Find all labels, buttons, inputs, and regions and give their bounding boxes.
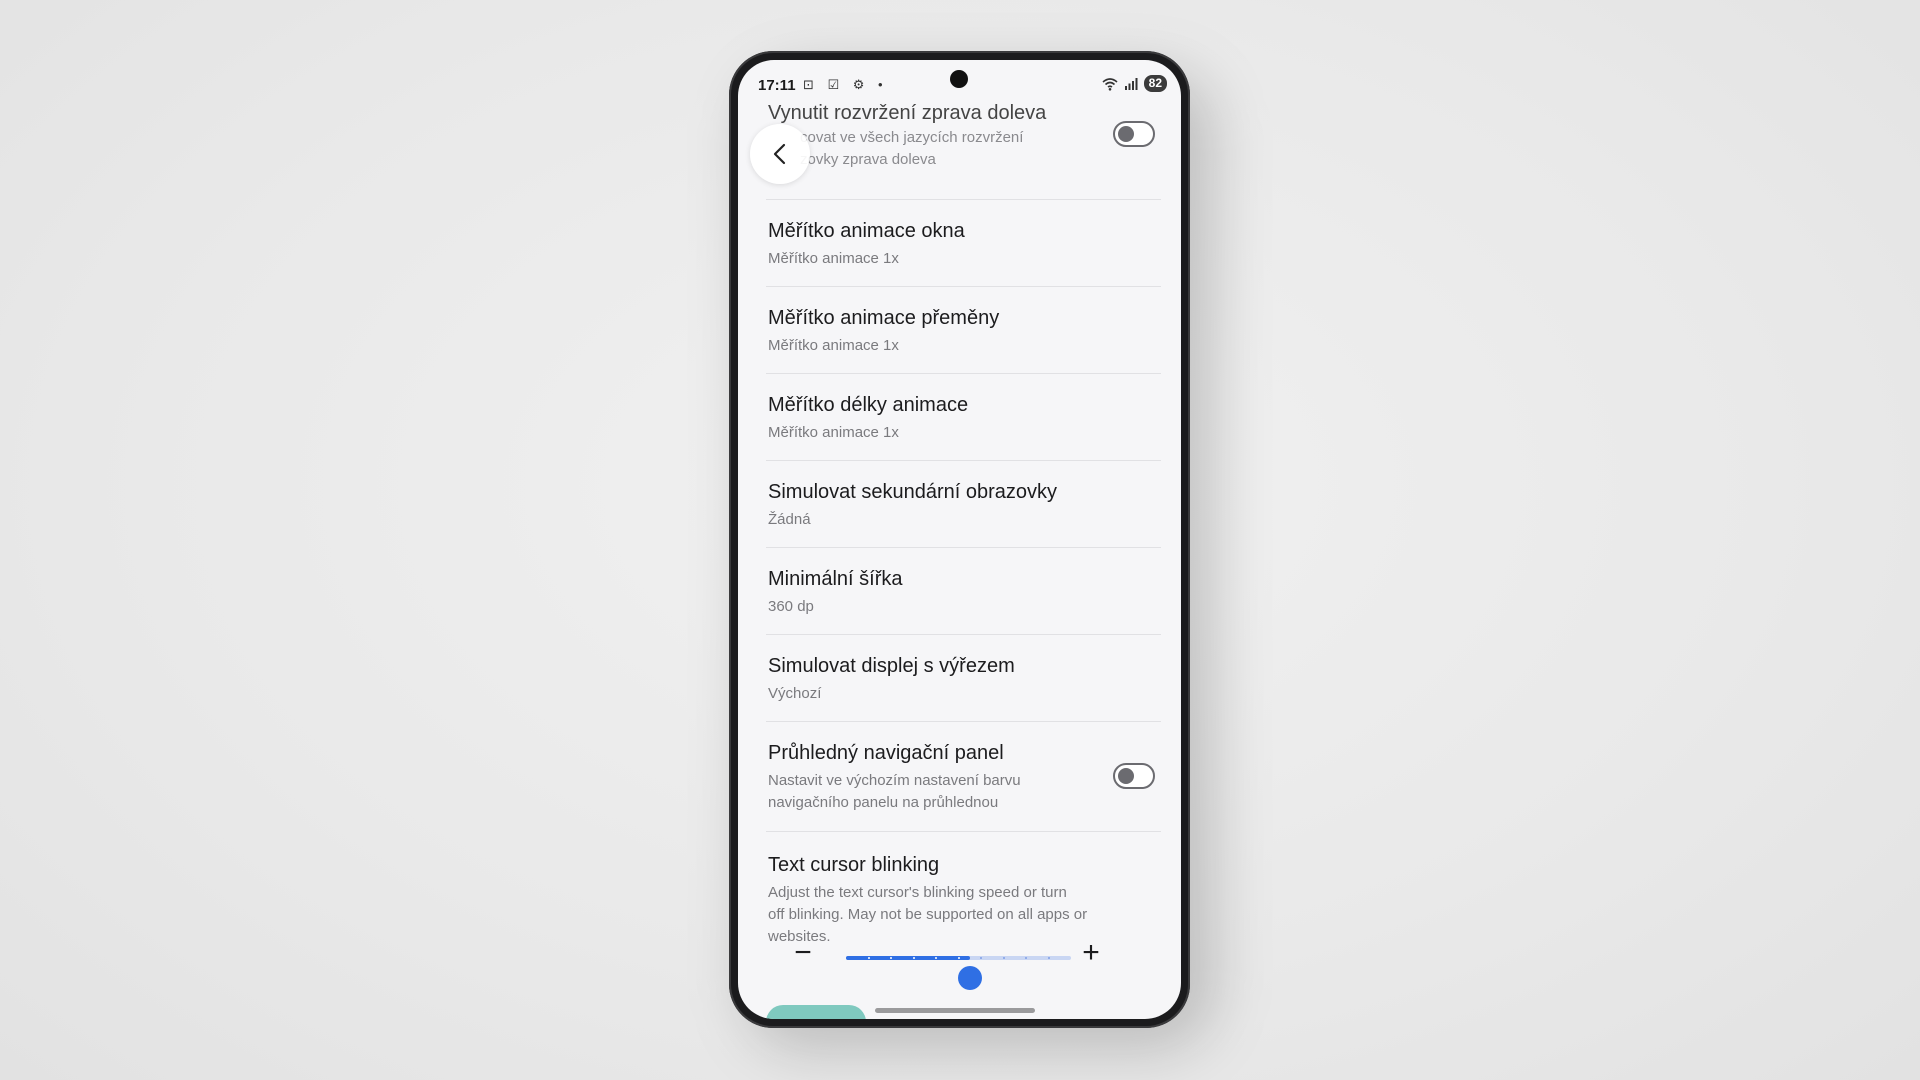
setting-animator-duration-scale[interactable]: Měřítko délky animace Měřítko animace 1x [738,374,1181,461]
setting-subtitle-line: navigačního panelu na průhlednou [768,794,999,811]
decrease-button[interactable]: − [788,938,818,968]
toggle-knob [1118,126,1134,142]
chevron-left-icon [773,143,786,165]
setting-minimum-width[interactable]: Minimální šířka 360 dp [738,548,1181,635]
battery-indicator: 82 [1143,75,1167,92]
setting-transparent-navigation-bar[interactable]: Průhledný navigační panel Nastavit ve vý… [738,722,1181,832]
slider-tick [890,957,892,959]
setting-subtitle: Žádná [768,511,811,528]
rtl-layout-toggle[interactable] [1113,121,1155,147]
cursor-blink-slider-row: − + [738,936,1181,990]
setting-transition-animation-scale[interactable]: Měřítko animace přeměny Měřítko animace … [738,287,1181,374]
setting-subtitle: Výchozí [768,685,822,702]
setting-subtitle: covat ve všech jazycích rozvržení zovky … [768,127,1161,171]
setting-title: Simulovat displej s výřezem [768,655,1015,677]
setting-title: Vynutit rozvržení zprava doleva [768,102,1047,124]
notification-icons: ⊡ ☑ ⚙ • [803,77,888,92]
increase-button[interactable]: + [1076,938,1106,968]
setting-title: Měřítko animace přeměny [768,307,1000,329]
transparent-navbar-toggle[interactable] [1113,763,1155,789]
setting-text-cursor-blinking: Text cursor blinking Adjust the text cur… [738,832,1181,952]
home-indicator[interactable] [875,1008,1035,1013]
setting-title: Minimální šířka [768,568,903,590]
status-right: 82 [1102,75,1167,92]
setting-subtitle: 360 dp [768,598,814,615]
toggle-knob [1118,768,1134,784]
phone-frame: 17:11 ⊡ ☑ ⚙ • 82 Vynutit rozvržení zprav… [729,51,1190,1028]
setting-subtitle: Nastavit ve výchozím nastavení barvu nav… [768,770,1161,814]
setting-subtitle-line: covat ve všech jazycích rozvržení [800,129,1024,146]
setting-title: Simulovat sekundární obrazovky [768,481,1058,503]
cursor-blink-slider[interactable] [846,956,1071,990]
setting-window-animation-scale[interactable]: Měřítko animace okna Měřítko animace 1x [738,200,1181,287]
slider-tick [1025,957,1027,959]
slider-tick [912,957,915,959]
developer-options-list: Vynutit rozvržení zprava doleva covat ve… [738,100,1181,952]
setting-subtitle: Měřítko animace 1x [768,250,899,267]
floating-action-partial[interactable] [766,1005,866,1019]
slider-tick [1047,957,1050,959]
setting-subtitle: Měřítko animace 1x [768,424,899,441]
back-button[interactable] [750,124,810,184]
setting-subtitle: Měřítko animace 1x [768,337,899,354]
status-bar: 17:11 ⊡ ☑ ⚙ • 82 [738,60,1181,100]
status-time: 17:11 [758,77,796,94]
setting-subtitle-line: Nastavit ve výchozím nastavení barvu [768,772,1021,789]
wifi-icon [1102,77,1118,91]
slider-tick [935,957,937,959]
slider-tick [867,957,870,959]
setting-subtitle-line: zovky zprava doleva [800,151,936,168]
slider-tick [980,957,982,959]
setting-subtitle-line: Adjust the text cursor's blinking speed … [768,884,1067,901]
setting-title: Měřítko animace okna [768,220,965,242]
setting-title: Měřítko délky animace [768,394,969,416]
signal-icon [1124,77,1138,90]
setting-title: Průhledný navigační panel [768,742,1004,764]
setting-simulate-cutout-display[interactable]: Simulovat displej s výřezem Výchozí [738,635,1181,722]
setting-subtitle-line: off blinking. May not be supported on al… [768,906,1088,923]
slider-fill [846,956,970,960]
slider-tick [957,957,960,959]
setting-simulate-secondary-displays[interactable]: Simulovat sekundární obrazovky Žádná [738,461,1181,548]
front-camera [950,70,968,88]
slider-thumb[interactable] [957,966,982,990]
slider-tick [1002,957,1005,959]
phone-screen: 17:11 ⊡ ☑ ⚙ • 82 Vynutit rozvržení zprav… [738,60,1181,1019]
setting-title: Text cursor blinking [768,854,940,876]
